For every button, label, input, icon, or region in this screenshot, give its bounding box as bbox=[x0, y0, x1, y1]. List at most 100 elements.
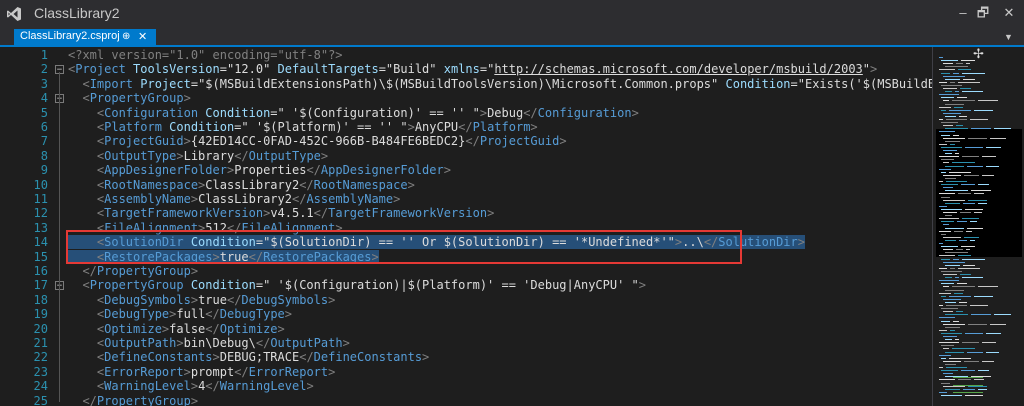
code-token: > bbox=[407, 120, 415, 134]
code-line[interactable]: 18 <DebugSymbols>true</DebugSymbols> bbox=[0, 293, 932, 307]
minimap-code-stripe bbox=[939, 342, 959, 344]
code-token: > bbox=[212, 350, 220, 365]
code-line[interactable]: 11 <AssemblyName>ClassLibrary2</Assembly… bbox=[0, 192, 932, 206]
minimap-code-stripe bbox=[957, 97, 967, 99]
minimap-code-stripe bbox=[965, 146, 983, 148]
close-tab-icon[interactable]: ✕ bbox=[138, 29, 147, 45]
minimap-code-stripe bbox=[953, 258, 959, 260]
minimap-code-stripe bbox=[978, 370, 989, 372]
minimap-code-stripe bbox=[950, 143, 955, 145]
code-line[interactable]: 1 <?xml version="1.0" encoding="utf-8"?> bbox=[0, 48, 932, 62]
code-line[interactable]: 8 <OutputType>Library</OutputType> bbox=[0, 149, 932, 163]
minimap-code-stripe bbox=[939, 329, 947, 331]
minimap-code-stripe bbox=[953, 377, 983, 378]
tab-dropdown-icon[interactable]: ▼ bbox=[1004, 29, 1013, 45]
minimap-code-stripe bbox=[990, 137, 1006, 139]
code-token: TargetFrameworkVersion bbox=[104, 206, 264, 221]
code-line[interactable]: 25 </PropertyGroup> bbox=[0, 394, 932, 406]
code-text: <AssemblyName>ClassLibrary2</AssemblyNam… bbox=[68, 192, 400, 206]
minimap-code-stripe bbox=[965, 332, 983, 334]
line-number: 5 bbox=[40, 105, 48, 120]
code-line[interactable]: 22 <DefineConstants>DEBUG;TRACE</DefineC… bbox=[0, 350, 932, 364]
restore-button[interactable]: 🗗 bbox=[970, 2, 996, 24]
code-token: PropertyGroup bbox=[89, 278, 184, 293]
code-line[interactable]: 21 <OutputPath>bin\Debug\</OutputPath> bbox=[0, 336, 932, 350]
code-token: AssemblyName bbox=[306, 192, 394, 206]
code-token: < bbox=[68, 163, 105, 178]
minimap-code-stripe bbox=[949, 171, 971, 173]
code-token: v4.5.1 bbox=[270, 206, 314, 221]
code-line[interactable]: 16 </PropertyGroup> bbox=[0, 264, 932, 278]
line-number: 6 bbox=[40, 120, 48, 134]
code-line[interactable]: 24 <WarningLevel>4</WarningLevel> bbox=[0, 379, 932, 393]
code-token: > bbox=[183, 91, 191, 106]
code-token: Condition bbox=[183, 278, 256, 293]
minimap-code-stripe bbox=[960, 212, 971, 213]
code-line[interactable]: 2− <Project ToolsVersion="12.0" DefaultTa… bbox=[0, 62, 932, 76]
minimap-code-stripe bbox=[939, 94, 959, 96]
code-token: DebugType bbox=[219, 307, 285, 322]
minimap-code-stripe bbox=[941, 258, 950, 260]
code-line[interactable]: 5 <Configuration Condition=" '$(Configur… bbox=[0, 106, 932, 120]
minimap-code-stripe bbox=[941, 320, 950, 322]
code-line[interactable]: 20 <Optimize>false</Optimize> bbox=[0, 322, 932, 336]
code-line[interactable]: 12 <TargetFrameworkVersion>v4.5.1</Targe… bbox=[0, 206, 932, 220]
code-line[interactable]: 9 <AppDesignerFolder>Properties</AppDesi… bbox=[0, 163, 932, 177]
code-token: TargetFrameworkVersion bbox=[328, 206, 488, 221]
minimap-code-stripe bbox=[941, 171, 946, 173]
minimap-code-stripe bbox=[945, 227, 964, 229]
split-window-icon[interactable]: ✢ bbox=[973, 46, 984, 62]
code-line[interactable]: 6 <Platform Condition=" '$(Platform)' ==… bbox=[0, 120, 932, 134]
minimap-code-stripe bbox=[963, 78, 975, 80]
minimap-code-stripe bbox=[950, 267, 955, 269]
minimap-code-stripe bbox=[963, 264, 975, 266]
code-token: RootNamespace bbox=[104, 177, 199, 192]
code-token: " bbox=[429, 62, 437, 77]
code-token: < bbox=[68, 91, 90, 106]
code-line[interactable]: 19 <DebugType>full</DebugType> bbox=[0, 307, 932, 321]
minimap-scrollbar[interactable] bbox=[932, 47, 1024, 406]
code-token: > bbox=[342, 336, 350, 350]
code-line[interactable]: 17− <PropertyGroup Condition=" '$(Config… bbox=[0, 278, 932, 292]
minimap-code-stripe bbox=[962, 218, 979, 220]
code-token: < bbox=[68, 321, 105, 336]
code-token: > bbox=[183, 364, 191, 379]
code-token: PropertyGroup bbox=[96, 264, 191, 278]
minimap-code-stripe bbox=[945, 289, 964, 291]
minimap-code-stripe bbox=[974, 295, 993, 297]
code-token: </ bbox=[68, 264, 97, 278]
code-token: Condition bbox=[161, 120, 235, 134]
code-token: PropertyGroup bbox=[96, 393, 191, 406]
line-number: 4 bbox=[40, 91, 48, 106]
code-text: <OutputType>Library</OutputType> bbox=[68, 149, 328, 163]
code-line[interactable]: 10 <RootNamespace>ClassLibrary2</RootNam… bbox=[0, 178, 932, 192]
code-line[interactable]: 7 <ProjectGuid>{42ED14CC-0FAD-452C-966B-… bbox=[0, 134, 932, 148]
code-token: RootNamespace bbox=[313, 177, 408, 192]
code-line[interactable]: 23 <ErrorReport>prompt</ErrorReport> bbox=[0, 365, 932, 379]
minimap-code-stripe bbox=[949, 295, 971, 297]
code-text: <Platform Condition=" '$(Platform)' == '… bbox=[68, 120, 538, 134]
close-window-button[interactable]: ✕ bbox=[996, 2, 1022, 24]
code-line[interactable]: 3 <Import Project="$(MSBuildExtensionsPa… bbox=[0, 77, 932, 91]
line-number: 24 bbox=[33, 379, 48, 394]
code-token: </ bbox=[255, 336, 271, 350]
code-token: =" bbox=[234, 120, 249, 134]
code-token: bin\Debug\ bbox=[183, 336, 256, 350]
minimap-code-stripe bbox=[982, 156, 996, 158]
minimap-code-stripe bbox=[970, 221, 977, 223]
minimap-code-stripe bbox=[958, 69, 971, 71]
minimap-code-stripe bbox=[939, 193, 955, 195]
code-editor[interactable]: 1 <?xml version="1.0" encoding="utf-8"?> 2… bbox=[0, 47, 932, 406]
minimap-code-stripe bbox=[941, 382, 950, 384]
code-line[interactable]: 4− <PropertyGroup> bbox=[0, 91, 932, 105]
code-token: Library bbox=[183, 148, 235, 163]
code-token: < bbox=[68, 148, 105, 163]
minimap-code-stripe bbox=[943, 150, 957, 151]
code-token: $(MSBuildExtensionsPath)\$(MSBuildToolsV… bbox=[205, 76, 712, 91]
minimap-code-stripe bbox=[965, 394, 983, 396]
code-text: <?xml version="1.0" encoding="utf-8"?> bbox=[68, 48, 343, 62]
tab-classlibrary2-csproj[interactable]: ClassLibrary2.csproj ⊕ ✕ bbox=[14, 29, 156, 45]
code-token: ClassLibrary2 bbox=[198, 192, 292, 206]
code-token: =" bbox=[790, 76, 805, 91]
pin-icon[interactable]: ⊕ bbox=[122, 29, 130, 45]
